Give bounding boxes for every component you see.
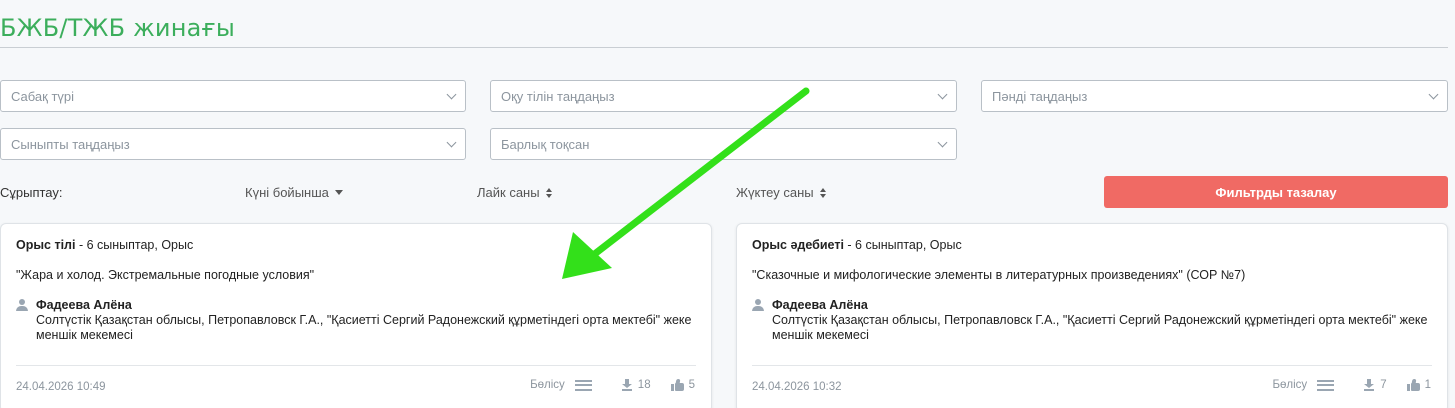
caret-down-icon bbox=[334, 190, 343, 195]
card-actions: Бөлісу 7 1 bbox=[1272, 379, 1431, 391]
share-menu-icon[interactable] bbox=[1317, 379, 1335, 391]
card-topic[interactable]: "Сказочные и мифологические элементы в л… bbox=[752, 268, 1432, 282]
language-select[interactable]: Оқу тілін таңдаңыз bbox=[490, 80, 957, 112]
person-icon bbox=[16, 299, 28, 311]
card-meta: - 6 сыныптар, Орыс bbox=[843, 238, 962, 252]
card-subject: Орыс әдебиеті bbox=[752, 238, 844, 252]
download-count: 7 bbox=[1380, 379, 1387, 391]
material-card[interactable]: Орыс әдебиеті - 6 сыныптар, Орыс "Сказоч… bbox=[736, 223, 1448, 408]
sort-by-downloads-label: Жүктеу саны bbox=[736, 185, 814, 200]
sort-by-date[interactable]: Күні бойынша bbox=[245, 185, 343, 200]
lesson-type-select[interactable]: Сабақ түрі bbox=[0, 80, 466, 112]
author-school: Солтүстік Қазақстан облысы, Петропавловс… bbox=[36, 313, 692, 342]
chevron-down-icon bbox=[446, 137, 457, 147]
author-name: Фадеева Алёна bbox=[36, 298, 132, 312]
chevron-down-icon bbox=[937, 89, 948, 99]
chevron-down-icon bbox=[1428, 89, 1439, 99]
material-card[interactable]: Орыс тілі - 6 сыныптар, Орыс "Жара и хол… bbox=[0, 223, 712, 408]
grade-select[interactable]: Сыныпты таңдаңыз bbox=[0, 128, 466, 160]
sort-by-likes-label: Лайк саны bbox=[477, 185, 540, 200]
card-actions: Бөлісу 18 5 bbox=[530, 379, 695, 391]
card-author: Фадеева Алёна Солтүстік Қазақстан облысы… bbox=[16, 298, 696, 343]
share-menu-icon[interactable] bbox=[574, 379, 592, 391]
download-icon[interactable] bbox=[621, 379, 632, 391]
sort-by-likes[interactable]: Лайк саны bbox=[477, 185, 552, 200]
quarter-select[interactable]: Барлық тоқсан bbox=[490, 128, 957, 160]
subject-select[interactable]: Пәнді таңдаңыз bbox=[981, 80, 1448, 112]
card-author: Фадеева Алёна Солтүстік Қазақстан облысы… bbox=[752, 298, 1432, 343]
card-topic[interactable]: "Жара и холод. Экстремальные погодные ус… bbox=[16, 268, 696, 282]
thumbs-up-icon[interactable] bbox=[670, 379, 684, 391]
quarter-select-label: Барлық тоқсан bbox=[501, 136, 590, 152]
card-subject-line: Орыс әдебиеті - 6 сыныптар, Орыс bbox=[752, 238, 1432, 252]
thumbs-up-icon[interactable] bbox=[1406, 379, 1420, 391]
sort-by-date-label: Күні бойынша bbox=[245, 185, 329, 200]
clear-filters-button[interactable]: Фильтрды тазалау bbox=[1104, 176, 1448, 208]
card-date: 24.04.2026 10:49 bbox=[16, 381, 106, 393]
subject-select-label: Пәнді таңдаңыз bbox=[992, 88, 1088, 104]
download-icon[interactable] bbox=[1364, 379, 1375, 391]
sort-label: Сұрыптау: bbox=[0, 185, 63, 200]
like-count: 1 bbox=[1424, 379, 1431, 391]
share-label[interactable]: Бөлісу bbox=[530, 379, 565, 391]
title-divider bbox=[0, 47, 1448, 48]
author-school: Солтүстік Қазақстан облысы, Петропавловс… bbox=[772, 313, 1428, 342]
person-icon bbox=[752, 299, 764, 311]
card-meta: - 6 сыныптар, Орыс bbox=[75, 238, 194, 252]
download-count: 18 bbox=[637, 379, 651, 391]
card-subject: Орыс тілі bbox=[16, 238, 76, 252]
page-title: БЖБ/ТЖБ жинағы bbox=[0, 14, 236, 42]
card-subject-line: Орыс тілі - 6 сыныптар, Орыс bbox=[16, 238, 696, 252]
share-label[interactable]: Бөлісу bbox=[1272, 379, 1307, 391]
card-divider bbox=[16, 365, 696, 366]
sort-icon bbox=[819, 187, 826, 198]
chevron-down-icon bbox=[446, 89, 457, 99]
grade-select-label: Сыныпты таңдаңыз bbox=[11, 136, 130, 152]
language-select-label: Оқу тілін таңдаңыз bbox=[501, 88, 615, 104]
sort-by-downloads[interactable]: Жүктеу саны bbox=[736, 185, 826, 200]
lesson-type-select-label: Сабақ түрі bbox=[11, 88, 75, 104]
card-divider bbox=[752, 365, 1432, 366]
sort-icon bbox=[545, 187, 552, 198]
like-count: 5 bbox=[688, 379, 695, 391]
author-name: Фадеева Алёна bbox=[772, 298, 868, 312]
card-date: 24.04.2026 10:32 bbox=[752, 381, 842, 393]
chevron-down-icon bbox=[937, 137, 948, 147]
